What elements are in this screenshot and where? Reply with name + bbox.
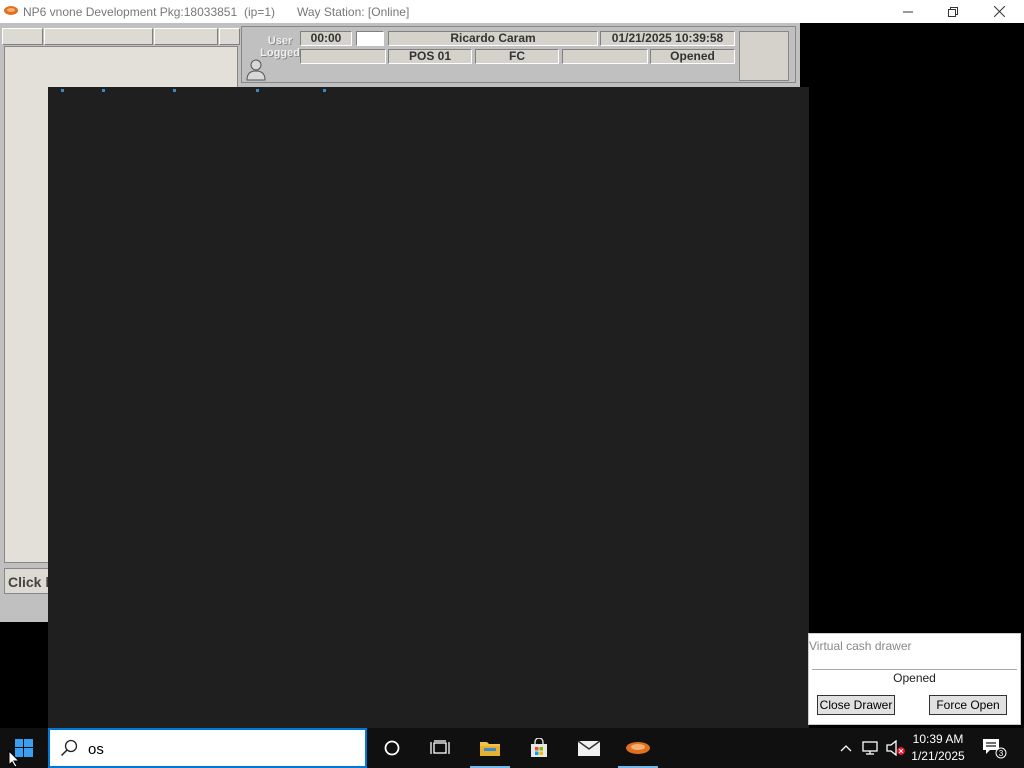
minimize-icon [903,11,913,12]
dark-overlay-window[interactable] [48,87,809,728]
app-logo-icon [4,6,18,15]
user-avatar-icon [246,59,266,81]
user-logged-label: User Logged [260,35,300,59]
timer-cell: 00:00 [300,31,352,46]
close-drawer-button[interactable]: Close Drawer [817,695,895,715]
blank-white-cell [356,31,384,46]
close-icon [993,6,1005,17]
status-box [739,31,789,81]
notification-icon: 3 [983,739,1007,759]
search-input[interactable] [88,741,348,758]
task-view-icon [430,740,450,754]
task-view-button[interactable] [416,728,464,768]
cortana-icon [384,740,400,756]
mouse-cursor-icon [8,750,20,768]
force-open-button[interactable]: Force Open [929,695,1007,715]
store-button[interactable] [515,728,563,768]
window-title: NP6 vnone Development Pkg:18033851 [23,5,238,19]
user-logged-line2: Logged [260,47,300,59]
left-tab-4[interactable] [219,28,240,45]
clock-date: 1/21/2025 [911,749,965,763]
taskbar-clock[interactable]: 10:39 AM 1/21/2025 [906,731,970,765]
marker-dot [102,89,105,92]
mode-cell: FC [475,49,559,64]
network-icon [862,741,878,755]
maximize-button[interactable] [930,0,976,23]
left-tab-2[interactable] [44,28,153,45]
volume-muted-icon [886,740,905,756]
datetime-cell: 01/21/2025 10:39:58 [600,31,735,46]
cash-drawer-status: Opened [812,669,1017,687]
left-tab-3[interactable] [154,28,218,45]
marker-dot [256,89,259,92]
virtual-cash-drawer-window: Virtual cash drawer Opened Close Drawer … [808,633,1021,725]
marker-dot [61,89,64,92]
ip-label: (ip=1) [244,5,276,19]
action-center-button[interactable]: 3 [976,728,1012,768]
mail-icon [577,740,601,756]
notification-count: 3 [999,749,1004,758]
taskbar: 10:39 AM 1/21/2025 3 [0,728,1024,768]
close-button[interactable] [976,0,1022,23]
file-explorer-button[interactable] [466,728,514,768]
user-logged-line1: User [267,35,293,47]
cash-drawer-title: Virtual cash drawer [809,639,912,653]
taskbar-search-box[interactable] [48,728,367,768]
clock-time: 10:39 AM [912,732,964,746]
show-hidden-icons-button[interactable] [834,728,858,768]
marker-dot [323,89,326,92]
chevron-up-icon [840,745,852,752]
left-tab-1[interactable] [2,28,43,45]
user-name-cell: Ricardo Caram [388,31,598,46]
restore-icon [948,6,958,17]
network-button[interactable] [859,728,883,768]
way-station-status: Way Station: [Online] [297,5,410,19]
marker-dot [173,89,176,92]
store-bag-icon [531,738,547,757]
empty-cell-1 [300,49,386,64]
cortana-button[interactable] [368,728,416,768]
app-logo-icon [626,742,650,754]
pos-cell: POS 01 [388,49,472,64]
search-icon [60,739,78,757]
empty-cell-2 [562,49,648,64]
minimize-button[interactable] [885,0,931,23]
status-panel: User Logged 00:00 Ricardo Caram 01/21/20… [241,26,796,83]
drawer-state-cell: Opened [650,49,735,64]
folder-icon [480,742,500,756]
volume-button[interactable] [884,728,908,768]
window-titlebar: NP6 vnone Development Pkg:18033851 (ip=1… [0,0,1024,23]
np6-app-button[interactable] [614,728,662,768]
mail-button[interactable] [565,728,613,768]
